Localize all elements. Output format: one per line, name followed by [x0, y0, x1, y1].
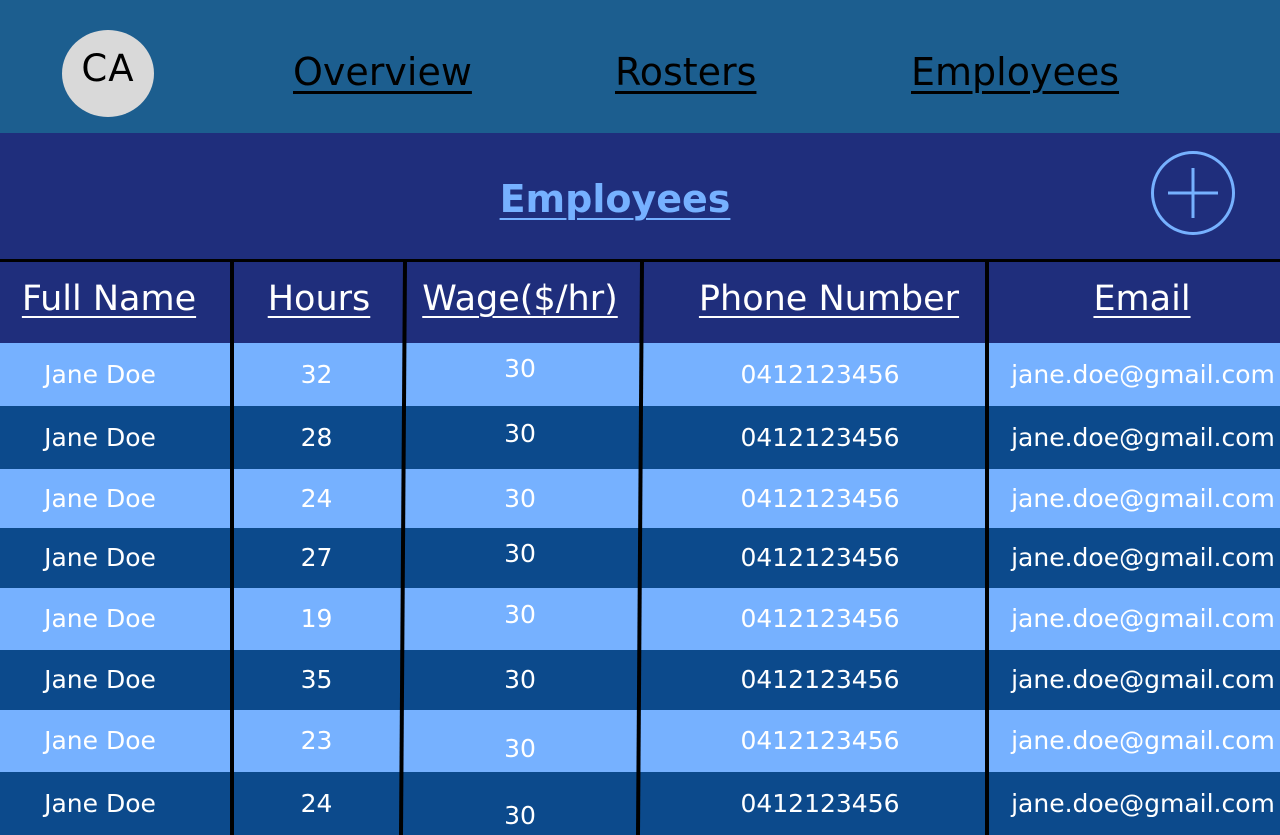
cell-hours: 28 [300, 423, 333, 452]
nav-link-employees[interactable]: Employees [911, 50, 1119, 94]
cell-hours: 27 [300, 543, 333, 572]
cell-phone: 0412123456 [740, 543, 900, 572]
cell-full-name: Jane Doe [44, 543, 156, 572]
nav-link-rosters[interactable]: Rosters [615, 50, 756, 94]
column-divider [985, 262, 989, 835]
cell-phone: 0412123456 [740, 360, 900, 389]
cell-email: jane.doe@gmail.com [1011, 543, 1275, 572]
cell-wage: 30 [504, 419, 536, 448]
column-header-hours[interactable]: Hours [234, 279, 404, 319]
cell-email: jane.doe@gmail.com [1011, 360, 1275, 389]
cell-hours: 24 [300, 484, 333, 513]
user-avatar[interactable]: CA [62, 30, 154, 117]
cell-phone: 0412123456 [740, 484, 900, 513]
cell-wage: 30 [504, 600, 536, 629]
page-title: Employees [499, 177, 731, 221]
column-header-phone[interactable]: Phone Number [644, 279, 1014, 319]
cell-phone: 0412123456 [740, 665, 900, 694]
cell-email: jane.doe@gmail.com [1011, 423, 1275, 452]
avatar-initials: CA [81, 47, 135, 90]
cell-email: jane.doe@gmail.com [1011, 665, 1275, 694]
cell-wage: 30 [504, 734, 536, 763]
cell-phone: 0412123456 [740, 604, 900, 633]
column-divider [230, 262, 234, 835]
cell-phone: 0412123456 [740, 789, 900, 818]
top-nav-bar: CA Overview Rosters Employees [0, 0, 1280, 133]
cell-email: jane.doe@gmail.com [1011, 484, 1275, 513]
cell-email: jane.doe@gmail.com [1011, 604, 1275, 633]
add-employee-button[interactable] [1151, 151, 1235, 235]
cell-email: jane.doe@gmail.com [1011, 726, 1275, 755]
nav-link-overview[interactable]: Overview [293, 50, 472, 94]
cell-full-name: Jane Doe [44, 423, 156, 452]
cell-full-name: Jane Doe [44, 789, 156, 818]
cell-full-name: Jane Doe [44, 665, 156, 694]
cell-hours: 19 [300, 604, 333, 633]
column-header-email[interactable]: Email [1004, 279, 1280, 319]
cell-hours: 23 [300, 726, 333, 755]
page-header: Employees [0, 133, 1280, 259]
cell-wage: 30 [504, 665, 536, 694]
column-header-wage[interactable]: Wage($/hr) [405, 279, 635, 319]
cell-phone: 0412123456 [740, 423, 900, 452]
cell-wage: 30 [504, 801, 536, 830]
cell-full-name: Jane Doe [44, 360, 156, 389]
cell-full-name: Jane Doe [44, 484, 156, 513]
cell-hours: 35 [300, 665, 333, 694]
cell-email: jane.doe@gmail.com [1011, 789, 1275, 818]
cell-phone: 0412123456 [740, 726, 900, 755]
cell-hours: 24 [300, 789, 333, 818]
cell-wage: 30 [504, 484, 536, 513]
cell-wage: 30 [504, 539, 536, 568]
cell-full-name: Jane Doe [44, 726, 156, 755]
cell-full-name: Jane Doe [44, 604, 156, 633]
plus-icon [1168, 168, 1218, 218]
cell-wage: 30 [504, 354, 536, 383]
column-header-full-name[interactable]: Full Name [0, 279, 218, 319]
employees-table: Full Name Hours Wage($/hr) Phone Number … [0, 259, 1280, 835]
cell-hours: 32 [300, 360, 333, 389]
